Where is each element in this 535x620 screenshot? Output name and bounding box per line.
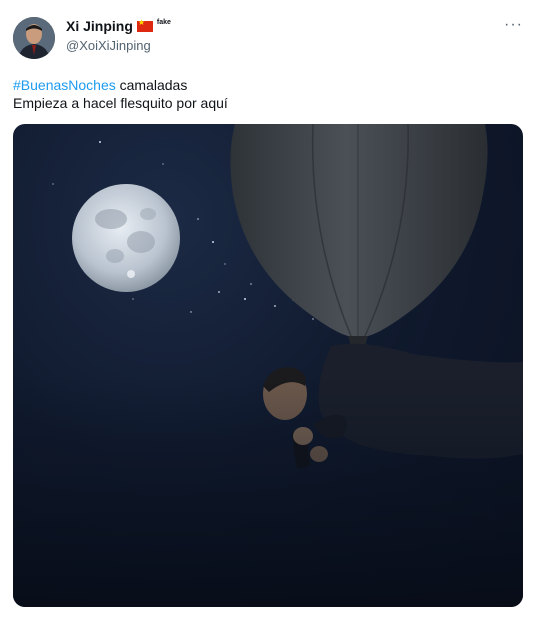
tweet-line-1-rest: camaladas [115, 77, 188, 93]
tweet-line-1: #BuenasNoches camaladas [13, 76, 523, 94]
tweet-line-2: Empieza a hacel flesquito por aquí [13, 95, 228, 111]
moon [72, 184, 180, 292]
balloon [230, 124, 488, 346]
author-name-row: Xi Jinping fake [66, 18, 171, 35]
author-handle[interactable]: @XoiXiJinping [66, 38, 151, 53]
tweet-media[interactable] [13, 124, 523, 607]
more-options-icon[interactable]: ··· [504, 16, 523, 34]
fake-badge: fake [156, 18, 171, 26]
night-sky-image [13, 124, 523, 607]
tweet-text: #BuenasNoches camaladas Empieza a hacel … [13, 76, 523, 112]
hashtag-link[interactable]: #BuenasNoches [13, 77, 116, 93]
author-display-name[interactable]: Xi Jinping [66, 18, 133, 34]
china-flag-icon [136, 18, 153, 32]
avatar[interactable] [13, 17, 55, 59]
avatar-image [13, 17, 55, 59]
